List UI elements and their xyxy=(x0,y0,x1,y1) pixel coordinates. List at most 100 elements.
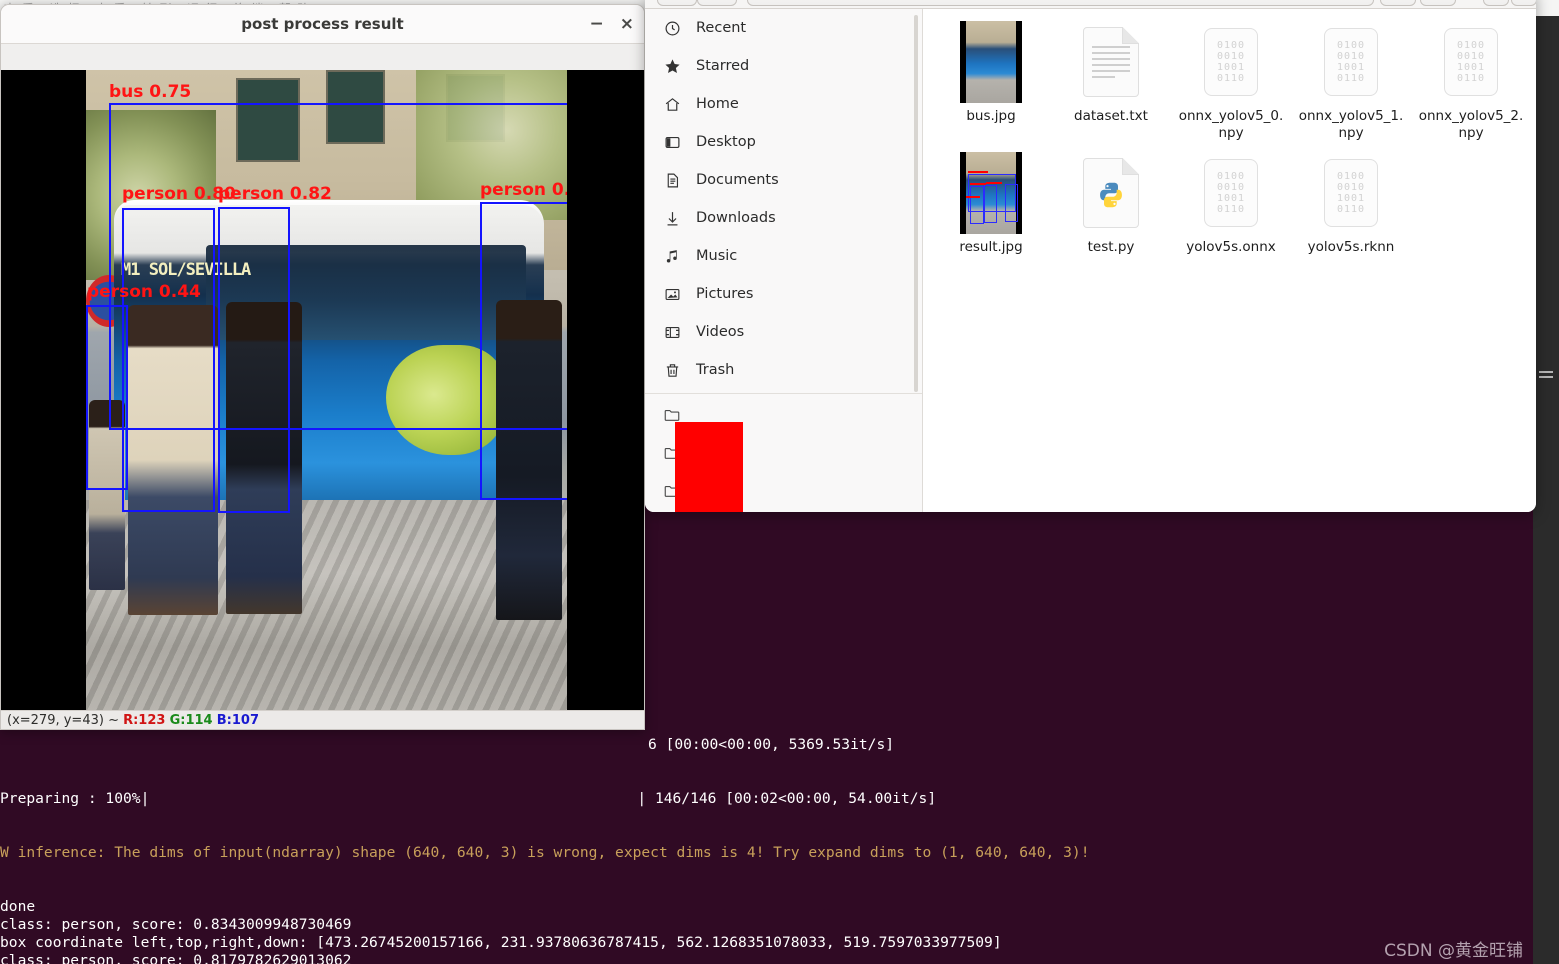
file-icon xyxy=(1065,150,1157,236)
file-name-label: onnx_yolov5_0.npy xyxy=(1178,108,1284,141)
view-toggle-button[interactable] xyxy=(1420,0,1456,6)
sidebar-item-label: Pictures xyxy=(696,286,754,302)
python-logo-icon xyxy=(1100,182,1122,208)
file-icon: 0100 0010 1001 0110 xyxy=(1185,150,1277,236)
file-grid: bus.jpg dataset.txt 0100 0010 1001 0110 onn… xyxy=(931,17,1536,262)
close-button[interactable]: × xyxy=(620,15,634,33)
terminal-line: done xyxy=(0,898,36,915)
sidebar-item-documents[interactable]: Documents xyxy=(645,161,922,199)
bbox-person-083 xyxy=(480,202,567,500)
sidebar-item-label: Music xyxy=(696,248,738,264)
file-item[interactable]: 0100 0010 1001 0110 yolov5s.rknn xyxy=(1291,150,1411,256)
terminal-line: class: person, score: 0.8179782629013062 xyxy=(0,952,352,964)
pixel-blue-value: B:107 xyxy=(216,713,259,728)
sidebar-item-downloads[interactable]: Downloads xyxy=(645,199,922,237)
download-arrow-icon xyxy=(663,209,681,227)
terminal-warning-line: W inference: The dims of input(ndarray) … xyxy=(0,844,1090,861)
bbox-label-person-044: person 0.44 xyxy=(87,282,201,302)
document-icon xyxy=(663,171,681,189)
file-name-label: yolov5s.onnx xyxy=(1186,239,1276,255)
result-image-thumbnail xyxy=(960,152,1022,234)
file-item[interactable]: result.jpg xyxy=(931,150,1051,256)
binary-file-icon: 0100 0010 1001 0110 xyxy=(1324,159,1378,227)
file-manager-content[interactable]: bus.jpg dataset.txt 0100 0010 1001 0110 onn… xyxy=(923,9,1536,512)
terminal-line: box coordinate left,top,right,down: [473… xyxy=(0,934,1002,951)
film-icon xyxy=(663,323,681,341)
file-item[interactable]: 0100 0010 1001 0110 onnx_yolov5_2.npy xyxy=(1411,19,1531,142)
window-close-button[interactable] xyxy=(1511,0,1536,6)
bbox-label-person-082: person 0.82 xyxy=(218,184,332,204)
forward-button[interactable] xyxy=(697,0,737,6)
file-name-label: result.jpg xyxy=(959,239,1023,255)
sidebar-item-recent[interactable]: Recent xyxy=(645,9,922,47)
sidebar-places-list: Recent Starred Home Desktop Documents Downloa… xyxy=(645,9,922,389)
image-viewer-window[interactable]: post process result − × M1 SOL/SEVILLA b… xyxy=(0,4,645,730)
bus-image-thumbnail xyxy=(960,21,1022,103)
viewer-toolbar[interactable] xyxy=(1,44,644,71)
file-icon: 0100 0010 1001 0110 xyxy=(1305,19,1397,105)
file-item[interactable]: 0100 0010 1001 0110 onnx_yolov5_0.npy xyxy=(1171,19,1291,142)
file-item[interactable]: dataset.txt xyxy=(1051,19,1171,142)
sidebar-item-trash[interactable]: Trash xyxy=(645,351,922,389)
hamburger-menu-icon[interactable] xyxy=(1539,371,1553,381)
sidebar-item-label: Recent xyxy=(696,20,747,36)
viewer-title-text: post process result xyxy=(241,15,404,33)
picture-icon xyxy=(663,285,681,303)
sidebar-item-desktop[interactable]: Desktop xyxy=(645,123,922,161)
sidebar-item-music[interactable]: Music xyxy=(645,237,922,275)
file-name-label: yolov5s.rknn xyxy=(1307,239,1395,255)
progress-tail: | 146/146 [00:02<00:00, 54.00it/s] xyxy=(637,790,937,807)
back-button[interactable] xyxy=(657,0,697,6)
search-button[interactable] xyxy=(1380,0,1416,6)
file-name-label: onnx_yolov5_1.npy xyxy=(1298,108,1404,141)
file-icon xyxy=(1065,19,1157,105)
file-icon xyxy=(945,150,1037,236)
sidebar-item-label: Starred xyxy=(696,58,750,74)
detection-image: M1 SOL/SEVILLA bus 0.75 person 0.80 pers… xyxy=(86,70,567,710)
sidebar-item-starred[interactable]: Starred xyxy=(645,47,922,85)
viewer-title-bar[interactable]: post process result − × xyxy=(1,5,644,44)
file-item[interactable]: 0100 0010 1001 0110 yolov5s.onnx xyxy=(1171,150,1291,256)
file-name-label: test.py xyxy=(1087,239,1135,255)
file-item[interactable]: bus.jpg xyxy=(931,19,1051,142)
viewer-image-canvas[interactable]: M1 SOL/SEVILLA bus 0.75 person 0.80 pers… xyxy=(1,70,644,710)
sidebar-item-videos[interactable]: Videos xyxy=(645,313,922,351)
desktop-icon xyxy=(663,133,681,151)
sidebar-item-pictures[interactable]: Pictures xyxy=(645,275,922,313)
binary-file-icon: 0100 0010 1001 0110 xyxy=(1204,159,1258,227)
file-manager-sidebar[interactable]: Recent Starred Home Desktop Documents Downloa… xyxy=(645,9,923,512)
bbox-person-080 xyxy=(122,208,215,512)
file-icon xyxy=(945,19,1037,105)
bbox-label-bus: bus 0.75 xyxy=(109,82,192,102)
pointer-coords: (x=279, y=43) ~ xyxy=(7,713,124,728)
file-name-label: bus.jpg xyxy=(966,108,1016,124)
bbox-label-person-083: person 0.83 xyxy=(480,180,567,200)
binary-file-icon: 0100 0010 1001 0110 xyxy=(1204,28,1258,96)
sidebar-item-label: Videos xyxy=(696,324,745,340)
file-item[interactable]: 0100 0010 1001 0110 onnx_yolov5_1.npy xyxy=(1291,19,1411,142)
terminal-progress-line-2: Preparing : 100%| | 146/146 [00:02<00:00,… xyxy=(0,790,1533,808)
minimize-button[interactable]: − xyxy=(590,15,604,33)
menu-button[interactable] xyxy=(1483,0,1509,6)
bbox-person-044 xyxy=(86,305,128,490)
terminal-log-lines: done class: person, score: 0.834300994873… xyxy=(0,898,1533,964)
sidebar-item-home[interactable]: Home xyxy=(645,85,922,123)
text-document-icon xyxy=(1083,27,1139,97)
path-bar[interactable] xyxy=(747,0,1374,6)
file-manager-header-bar[interactable] xyxy=(645,0,1536,9)
sidebar-item-label: Documents xyxy=(696,172,779,188)
binary-file-icon: 0100 0010 1001 0110 xyxy=(1324,28,1378,96)
file-icon: 0100 0010 1001 0110 xyxy=(1185,19,1277,105)
sidebar-item-label: Desktop xyxy=(696,134,756,150)
sidebar-item-label: Home xyxy=(696,96,739,112)
file-manager-window[interactable]: Recent Starred Home Desktop Documents Downloa… xyxy=(645,0,1536,512)
file-icon: 0100 0010 1001 0110 xyxy=(1305,150,1397,236)
file-item[interactable]: test.py xyxy=(1051,150,1171,256)
music-note-icon xyxy=(663,247,681,265)
home-icon xyxy=(663,95,681,113)
terminal-progress-line-1: 6 [00:00<00:00, 5369.53it/s] xyxy=(648,736,895,753)
redaction-overlay xyxy=(675,422,743,512)
editor-right-panel xyxy=(1533,16,1559,964)
terminal-recent-output: 6 [00:00<00:00, 5369.53it/s] Preparing :… xyxy=(0,700,1533,964)
sidebar-scrollbar[interactable] xyxy=(914,15,918,392)
